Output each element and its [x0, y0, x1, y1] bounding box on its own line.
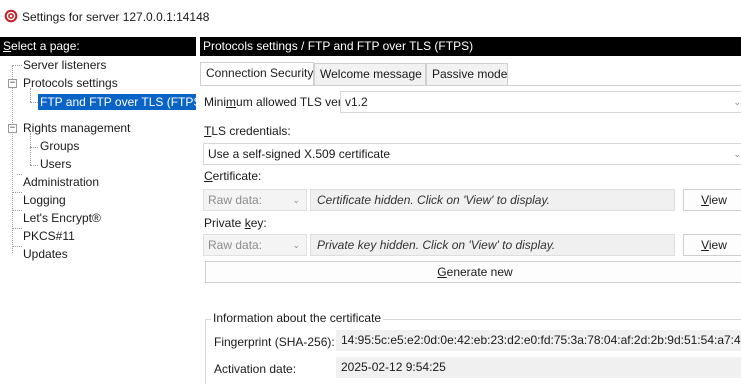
tree-item-ftp-ftps[interactable]: FTP and FTP over TLS (FTPS) [38, 94, 196, 110]
fingerprint-label: Fingerprint (SHA-256): [214, 335, 335, 349]
title-bar: Settings for server 127.0.0.1:14148 [0, 0, 741, 36]
tree-item-updates[interactable]: Updates [23, 246, 68, 262]
chevron-down-icon: ⌄ [292, 240, 300, 250]
private-key-data-field[interactable]: Private key hidden. Click on 'View' to d… [310, 234, 675, 256]
certificate-info-title: Information about the certificate [211, 311, 384, 325]
activation-date-value[interactable]: 2025-02-12 9:54:25 [336, 357, 741, 378]
tree-item-protocols-settings[interactable]: Protocols settings [23, 75, 118, 91]
private-key-format-select[interactable]: Raw data: ⌄ [203, 234, 307, 256]
chevron-down-icon: ⌄ [292, 195, 300, 205]
tls-credentials-value: Use a self-signed X.509 certificate [208, 147, 391, 161]
min-tls-value: v1.2 [345, 95, 368, 109]
certificate-format-select[interactable]: Raw data: ⌄ [203, 189, 307, 211]
chevron-down-icon: ⌄ [733, 97, 741, 107]
certificate-label: Certificate: [204, 169, 262, 183]
generate-new-button[interactable]: Generate new [205, 261, 741, 283]
select-page-header: Select a page: [0, 37, 196, 56]
tree-item-rights-management[interactable]: Rights management [23, 120, 130, 136]
gear-icon [4, 9, 18, 23]
window-title: Settings for server 127.0.0.1:14148 [22, 10, 210, 24]
min-tls-select[interactable]: v1.2 ⌄ [340, 91, 741, 113]
connection-security-panel: Minimum allowed TLS version: v1.2 ⌄ TLS … [200, 85, 741, 384]
tls-credentials-select[interactable]: Use a self-signed X.509 certificate ⌄ [203, 143, 741, 165]
tree-item-users[interactable]: Users [40, 156, 71, 172]
private-key-label: Private key: [204, 216, 267, 230]
page-tree[interactable]: Server listeners − Protocols settings FT… [0, 57, 196, 384]
tree-item-server-listeners[interactable]: Server listeners [23, 57, 106, 73]
activation-date-label: Activation date: [214, 362, 297, 376]
certificate-data-field[interactable]: Certificate hidden. Click on 'View' to d… [310, 189, 675, 211]
page-path-header: Protocols settings / FTP and FTP over TL… [200, 37, 741, 56]
tree-item-lets-encrypt[interactable]: Let's Encrypt® [23, 210, 101, 226]
fingerprint-value[interactable]: 14:95:5c:e5:e2:0d:0e:42:eb:23:d2:e0:fd:7… [336, 330, 741, 351]
tab-connection-security[interactable]: Connection Security [200, 62, 314, 86]
tab-welcome-message[interactable]: Welcome message [314, 63, 426, 85]
chevron-down-icon: ⌄ [733, 149, 741, 159]
tab-passive-mode[interactable]: Passive mode [426, 63, 508, 85]
tree-item-logging[interactable]: Logging [23, 192, 66, 208]
collapse-icon[interactable]: − [8, 124, 17, 133]
tls-credentials-label: TLS credentials: [204, 124, 291, 138]
tree-item-administration[interactable]: Administration [23, 174, 99, 190]
collapse-icon[interactable]: − [8, 79, 17, 88]
tree-item-pkcs11[interactable]: PKCS#11 [23, 228, 75, 244]
certificate-view-button[interactable]: View [683, 189, 741, 211]
private-key-view-button[interactable]: View [683, 234, 741, 256]
private-key-format-value: Raw data: [208, 238, 263, 252]
tree-item-groups[interactable]: Groups [40, 138, 79, 154]
certificate-format-value: Raw data: [208, 193, 263, 207]
